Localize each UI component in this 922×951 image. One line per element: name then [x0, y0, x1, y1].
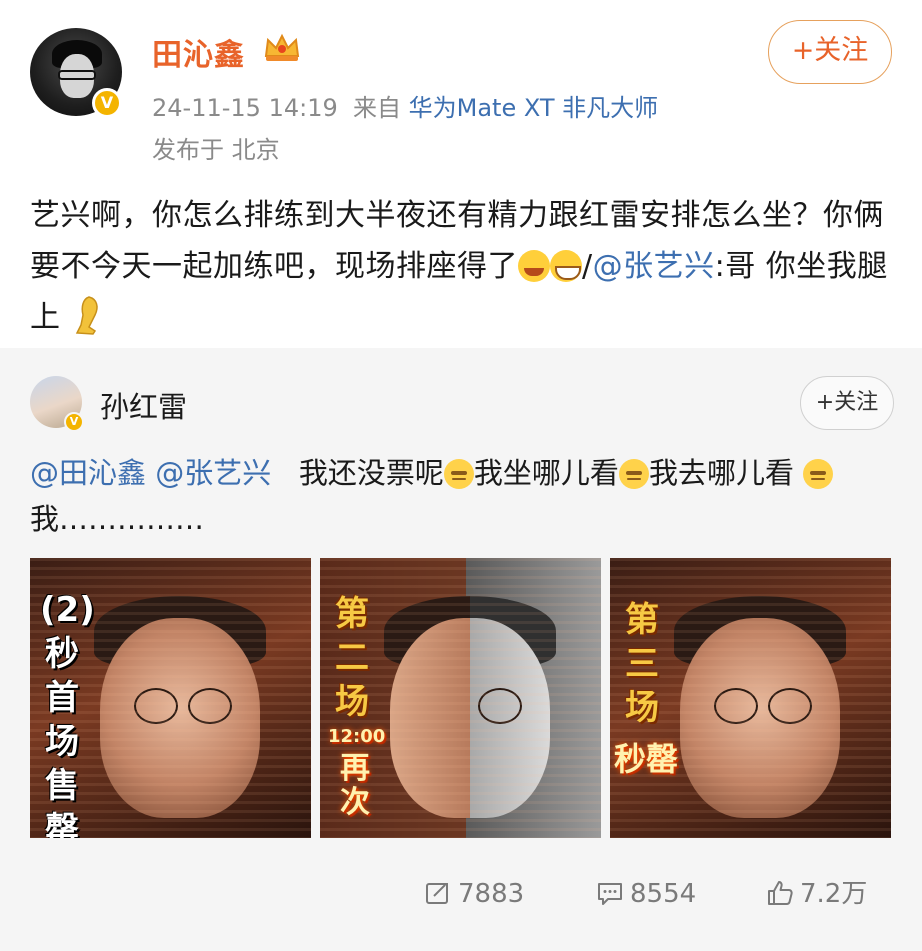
mention-link[interactable]: @张艺兴 [593, 249, 715, 284]
repost-text-1: 我还没票呢 [298, 456, 444, 490]
device-link[interactable]: 华为Mate XT 非凡大师 [409, 94, 659, 122]
repost-verified-badge-icon: V [64, 412, 84, 432]
poster-flame-text: 再 次 [338, 752, 372, 820]
comment-count: 8554 [630, 879, 697, 909]
repost-text-3: 我去哪儿看 [648, 456, 794, 490]
thumbs-up-icon [768, 881, 793, 905]
like-button[interactable]: 7.2万 [766, 874, 867, 914]
post-location: 发布于 北京 [152, 136, 280, 164]
caption-char: 二 [335, 638, 369, 678]
poster-image-3[interactable]: 第 三 场 秒罄 [610, 558, 891, 838]
caption-char: 第 [625, 600, 659, 640]
poster-caption: 第 三 场 [620, 598, 664, 730]
repost-card[interactable]: V 孙红雷 +关注 @田沁鑫 @张艺兴 我还没票呢 我坐哪儿看 我去哪儿看 我………… [0, 348, 922, 951]
post-slash: / [582, 249, 593, 284]
sweat-emoji-icon [618, 459, 649, 489]
poster-caption: (2) 秒 首 场 售 罄 [40, 588, 95, 838]
repost-author-name[interactable]: 孙红雷 [100, 384, 187, 426]
post-timestamp: 24-11-15 14:19 [152, 94, 338, 122]
follow-button[interactable]: +关注 [768, 20, 892, 84]
source-prefix: 来自 [353, 94, 401, 122]
repost-text-4: 我…………… [30, 502, 205, 536]
flame-char: 次 [340, 785, 370, 820]
caption-char: 首 [45, 678, 79, 718]
mention-link-2[interactable]: @张艺兴 [155, 456, 271, 490]
poster-flame-time: 12:00 [328, 726, 386, 747]
leg-emoji-icon [75, 296, 98, 335]
avatar-glasses [58, 70, 96, 80]
flame-char: 罄 [646, 740, 679, 778]
caption-char: 罄 [45, 810, 79, 838]
flame-char: 秒 [614, 740, 647, 778]
caption-char: 秒 [45, 634, 79, 674]
flame-char: 再 [340, 751, 370, 786]
laugh-cry-emoji-icon [518, 250, 550, 282]
poster-flame-text: 秒罄 [614, 734, 678, 780]
repost-icon [426, 883, 448, 904]
author-name[interactable]: 田沁鑫 [152, 30, 245, 74]
sweat-emoji-icon [443, 459, 474, 489]
post-text: 艺兴啊，你怎么排练到大半夜还有精力跟红雷安排怎么坐？你俩要不今天一起加练吧，现场… [30, 190, 892, 343]
caption-char: 三 [625, 644, 659, 684]
grin-emoji-icon [550, 250, 582, 282]
crown-icon [264, 33, 300, 61]
poster-image-1[interactable]: (2) 秒 首 场 售 罄 [30, 558, 311, 838]
caption-char: 场 [335, 682, 369, 722]
post-meta: 24-11-15 14:19 来自 华为Mate XT 非凡大师 [152, 88, 658, 123]
caption-char: 售 [45, 766, 79, 806]
like-count: 7.2万 [800, 879, 868, 909]
caption-char: (2) [40, 590, 95, 630]
poster-caption: 第 二 场 [330, 592, 374, 724]
repost-count: 7883 [458, 879, 525, 909]
repost-text: @田沁鑫 @张艺兴 我还没票呢 我坐哪儿看 我去哪儿看 我…………… [30, 450, 892, 542]
repost-text-2: 我坐哪儿看 [473, 456, 619, 490]
repost-follow-button[interactable]: +关注 [800, 376, 894, 430]
verified-badge-icon: V [92, 88, 122, 118]
caption-char: 场 [625, 688, 659, 728]
sweat-emoji-icon [803, 459, 834, 489]
image-gallery: (2) 秒 首 场 售 罄 第 二 场 12:00 再 次 第 三 场 秒罄 [30, 558, 892, 838]
poster-image-2[interactable]: 第 二 场 12:00 再 次 [320, 558, 601, 838]
comment-button[interactable]: 8554 [596, 874, 696, 914]
comment-icon [598, 883, 622, 905]
repost-button[interactable]: 7883 [424, 874, 524, 914]
caption-char: 第 [335, 594, 369, 634]
mention-link-1[interactable]: @田沁鑫 [30, 456, 146, 490]
caption-char: 场 [45, 722, 79, 762]
engagement-bar: 7883 8554 7.2万 [0, 860, 922, 930]
